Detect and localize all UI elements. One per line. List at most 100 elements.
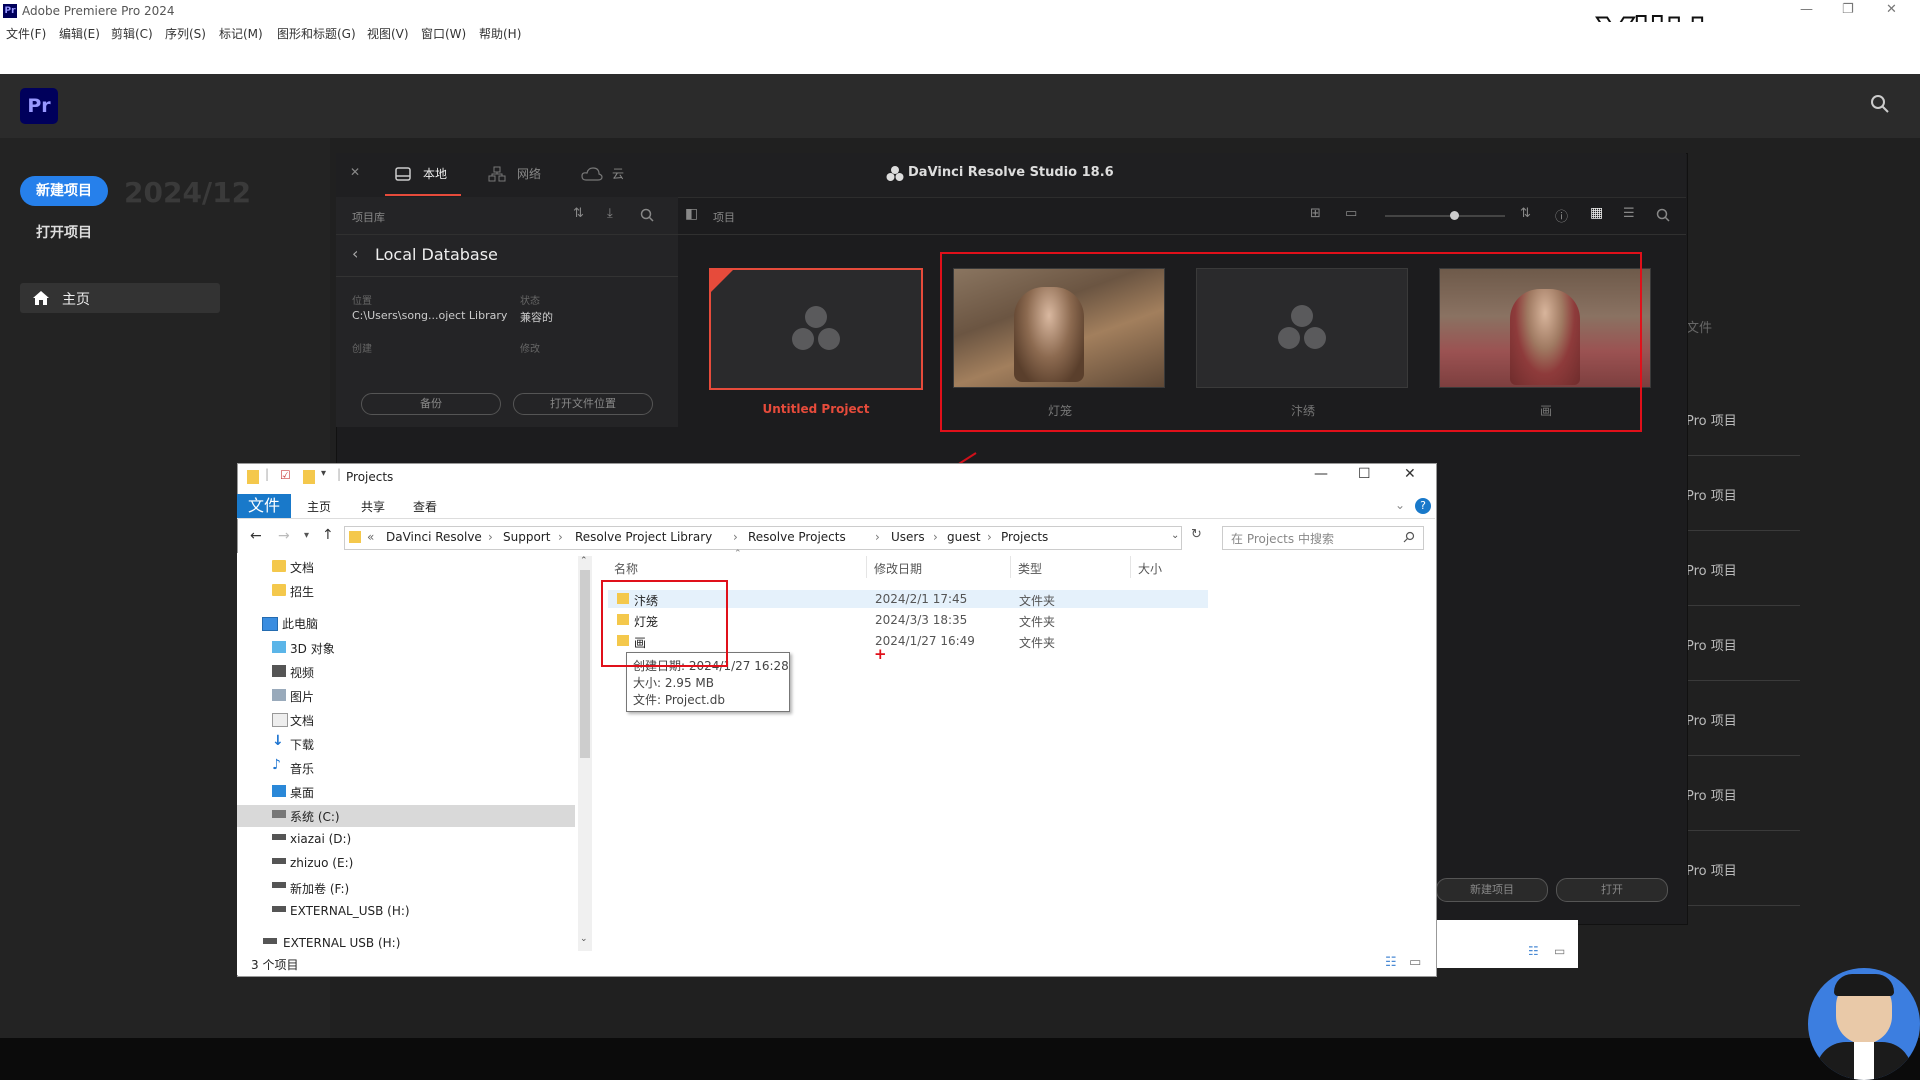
column-size[interactable]: 大小 [1138, 560, 1162, 577]
help-icon[interactable]: ? [1415, 498, 1431, 514]
nav-item-desktop[interactable]: 桌面 [290, 784, 314, 801]
menu-graphics[interactable]: 图形和标题(G) [277, 25, 356, 42]
tab-home[interactable]: 主页 [307, 498, 331, 515]
column-date[interactable]: 修改日期 [874, 560, 922, 577]
search-icon[interactable] [640, 208, 654, 222]
column-name[interactable]: 名称 [614, 560, 638, 577]
menu-help[interactable]: 帮助(H) [479, 25, 521, 42]
properties-icon[interactable]: ☑ [280, 468, 291, 482]
breadcrumb-item[interactable]: Users [891, 530, 925, 544]
breadcrumb-item[interactable]: Support [503, 530, 550, 544]
info-icon[interactable]: ⓘ [1555, 206, 1568, 225]
divider [1686, 680, 1800, 681]
menu-window[interactable]: 窗口(W) [421, 25, 466, 42]
nav-item-downloads[interactable]: 下载 [290, 736, 314, 753]
breadcrumb-item[interactable]: Resolve Projects [733, 530, 846, 544]
large-icons-view-icon[interactable]: ▭ [1409, 955, 1421, 970]
column-type[interactable]: 类型 [1018, 560, 1042, 577]
tab-cloud[interactable]: 云 [612, 165, 624, 182]
nav-item-3d-objects[interactable]: 3D 对象 [290, 640, 335, 657]
tab-file[interactable]: 文件 [237, 494, 291, 518]
recent-item-type[interactable]: Pro 项目 [1686, 560, 1737, 579]
up-arrow-icon[interactable]: ↑ [322, 527, 334, 543]
open-button[interactable]: 打开 [1556, 878, 1668, 902]
nav-item-zhaosheng[interactable]: 招生 [290, 583, 314, 600]
back-arrow-icon[interactable]: ← [250, 528, 262, 544]
project-tile[interactable] [709, 268, 923, 390]
menu-file[interactable]: 文件(F) [6, 25, 46, 42]
recent-item-type[interactable]: Pro 项目 [1686, 710, 1737, 729]
breadcrumb-item[interactable]: Projects [1001, 530, 1048, 544]
nav-item-pictures[interactable]: 图片 [290, 688, 314, 705]
recent-locations-icon[interactable]: ▾ [304, 530, 309, 541]
menu-clip[interactable]: 剪辑(C) [111, 25, 153, 42]
panel-toggle-icon[interactable]: ◧ [685, 206, 698, 222]
recent-item-type[interactable]: Pro 项目 [1686, 785, 1737, 804]
library-label: 项目库 [352, 211, 385, 224]
nav-item-drive-h[interactable]: EXTERNAL_USB (H:) [290, 904, 410, 918]
sort-icon[interactable]: ⇅ [1520, 206, 1531, 221]
preview-view-icon[interactable]: ▭ [1554, 944, 1565, 958]
open-file-location-button[interactable]: 打开文件位置 [513, 393, 653, 415]
nav-item-drive-d[interactable]: xiazai (D:) [290, 832, 351, 846]
nav-item-drive-h-root[interactable]: EXTERNAL USB (H:) [283, 936, 400, 950]
ribbon-expand-icon[interactable]: ⌄ [1395, 498, 1405, 512]
breadcrumb-item[interactable]: guest [947, 530, 981, 544]
backup-button[interactable]: 备份 [361, 393, 501, 415]
search-icon[interactable] [1656, 208, 1670, 222]
maximize-icon[interactable]: ☐ [1358, 466, 1371, 482]
nav-item-drive-f[interactable]: 新加卷 (F:) [290, 880, 349, 897]
close-icon[interactable]: ✕ [350, 165, 360, 179]
details-view-icon[interactable]: ☷ [1528, 944, 1539, 958]
quick-access-dropdown-icon[interactable]: ▾ [321, 468, 326, 479]
open-project-link[interactable]: 打开项目 [36, 222, 92, 242]
breadcrumb-overflow[interactable]: « [367, 530, 374, 544]
scroll-down-icon[interactable]: ⌄ [580, 934, 588, 944]
menu-view[interactable]: 视图(V) [367, 25, 409, 42]
breadcrumb-item[interactable]: Resolve Project Library [575, 530, 712, 544]
minimize-icon[interactable]: — [1314, 466, 1328, 482]
tab-local[interactable]: 本地 [423, 165, 447, 182]
chevron-left-icon[interactable]: ‹ [352, 244, 358, 263]
breadcrumb-item[interactable]: DaVinci Resolve [386, 530, 482, 544]
tab-network[interactable]: 网络 [517, 165, 541, 182]
recent-item-type[interactable]: Pro 项目 [1686, 485, 1737, 504]
nav-item-music[interactable]: 音乐 [290, 760, 314, 777]
search-icon[interactable] [1870, 94, 1890, 114]
close-icon[interactable]: ✕ [1404, 466, 1416, 482]
refresh-icon[interactable]: ↻ [1191, 527, 1202, 542]
import-icon[interactable]: ⤓ [607, 206, 613, 221]
nav-item-drive-e[interactable]: zhizuo (E:) [290, 856, 353, 870]
zoom-slider-track[interactable] [1385, 215, 1505, 217]
grid-view-icon[interactable]: ▦ [1590, 205, 1603, 221]
recent-item-type[interactable]: Pro 项目 [1686, 410, 1737, 429]
tab-share[interactable]: 共享 [361, 498, 385, 515]
address-bar[interactable]: « DaVinci Resolve › Support › Resolve Pr… [344, 526, 1182, 550]
search-input[interactable]: 在 Projects 中搜索 [1222, 526, 1424, 550]
nav-item-documents-2[interactable]: 文档 [290, 712, 314, 729]
tab-view[interactable]: 查看 [413, 498, 437, 515]
sort-icon[interactable]: ⇅ [573, 206, 584, 221]
zoom-slider-handle[interactable] [1450, 211, 1459, 220]
recent-item-type[interactable]: Pro 项目 [1686, 860, 1737, 879]
nav-item-videos[interactable]: 视频 [290, 664, 314, 681]
scrollbar-thumb[interactable] [580, 570, 590, 758]
new-project-button[interactable]: 新建项目 [1436, 878, 1548, 902]
new-folder-icon[interactable]: ⊞ [1310, 206, 1321, 221]
address-dropdown-icon[interactable]: ⌄ [1171, 530, 1179, 541]
new-folder-icon[interactable] [303, 470, 315, 484]
menu-sequence[interactable]: 序列(S) [165, 25, 206, 42]
nav-item-this-pc[interactable]: 此电脑 [282, 615, 318, 632]
sidebar-item-home[interactable]: 主页 [20, 283, 220, 313]
new-project-button[interactable]: 新建项目 [20, 176, 108, 206]
recent-item-type[interactable]: Pro 项目 [1686, 635, 1737, 654]
thumbnail-icon[interactable]: ▭ [1345, 206, 1357, 221]
menu-marker[interactable]: 标记(M) [219, 25, 263, 42]
nav-item-documents[interactable]: 文档 [290, 559, 314, 576]
nav-item-drive-c[interactable]: 系统 (C:) [290, 808, 340, 825]
scroll-up-icon[interactable]: ⌃ [580, 556, 588, 566]
list-view-icon[interactable]: ☰ [1623, 206, 1635, 221]
menu-edit[interactable]: 编辑(E) [59, 25, 100, 42]
details-view-icon[interactable]: ☷ [1385, 955, 1397, 970]
forward-arrow-icon[interactable]: → [278, 528, 290, 544]
